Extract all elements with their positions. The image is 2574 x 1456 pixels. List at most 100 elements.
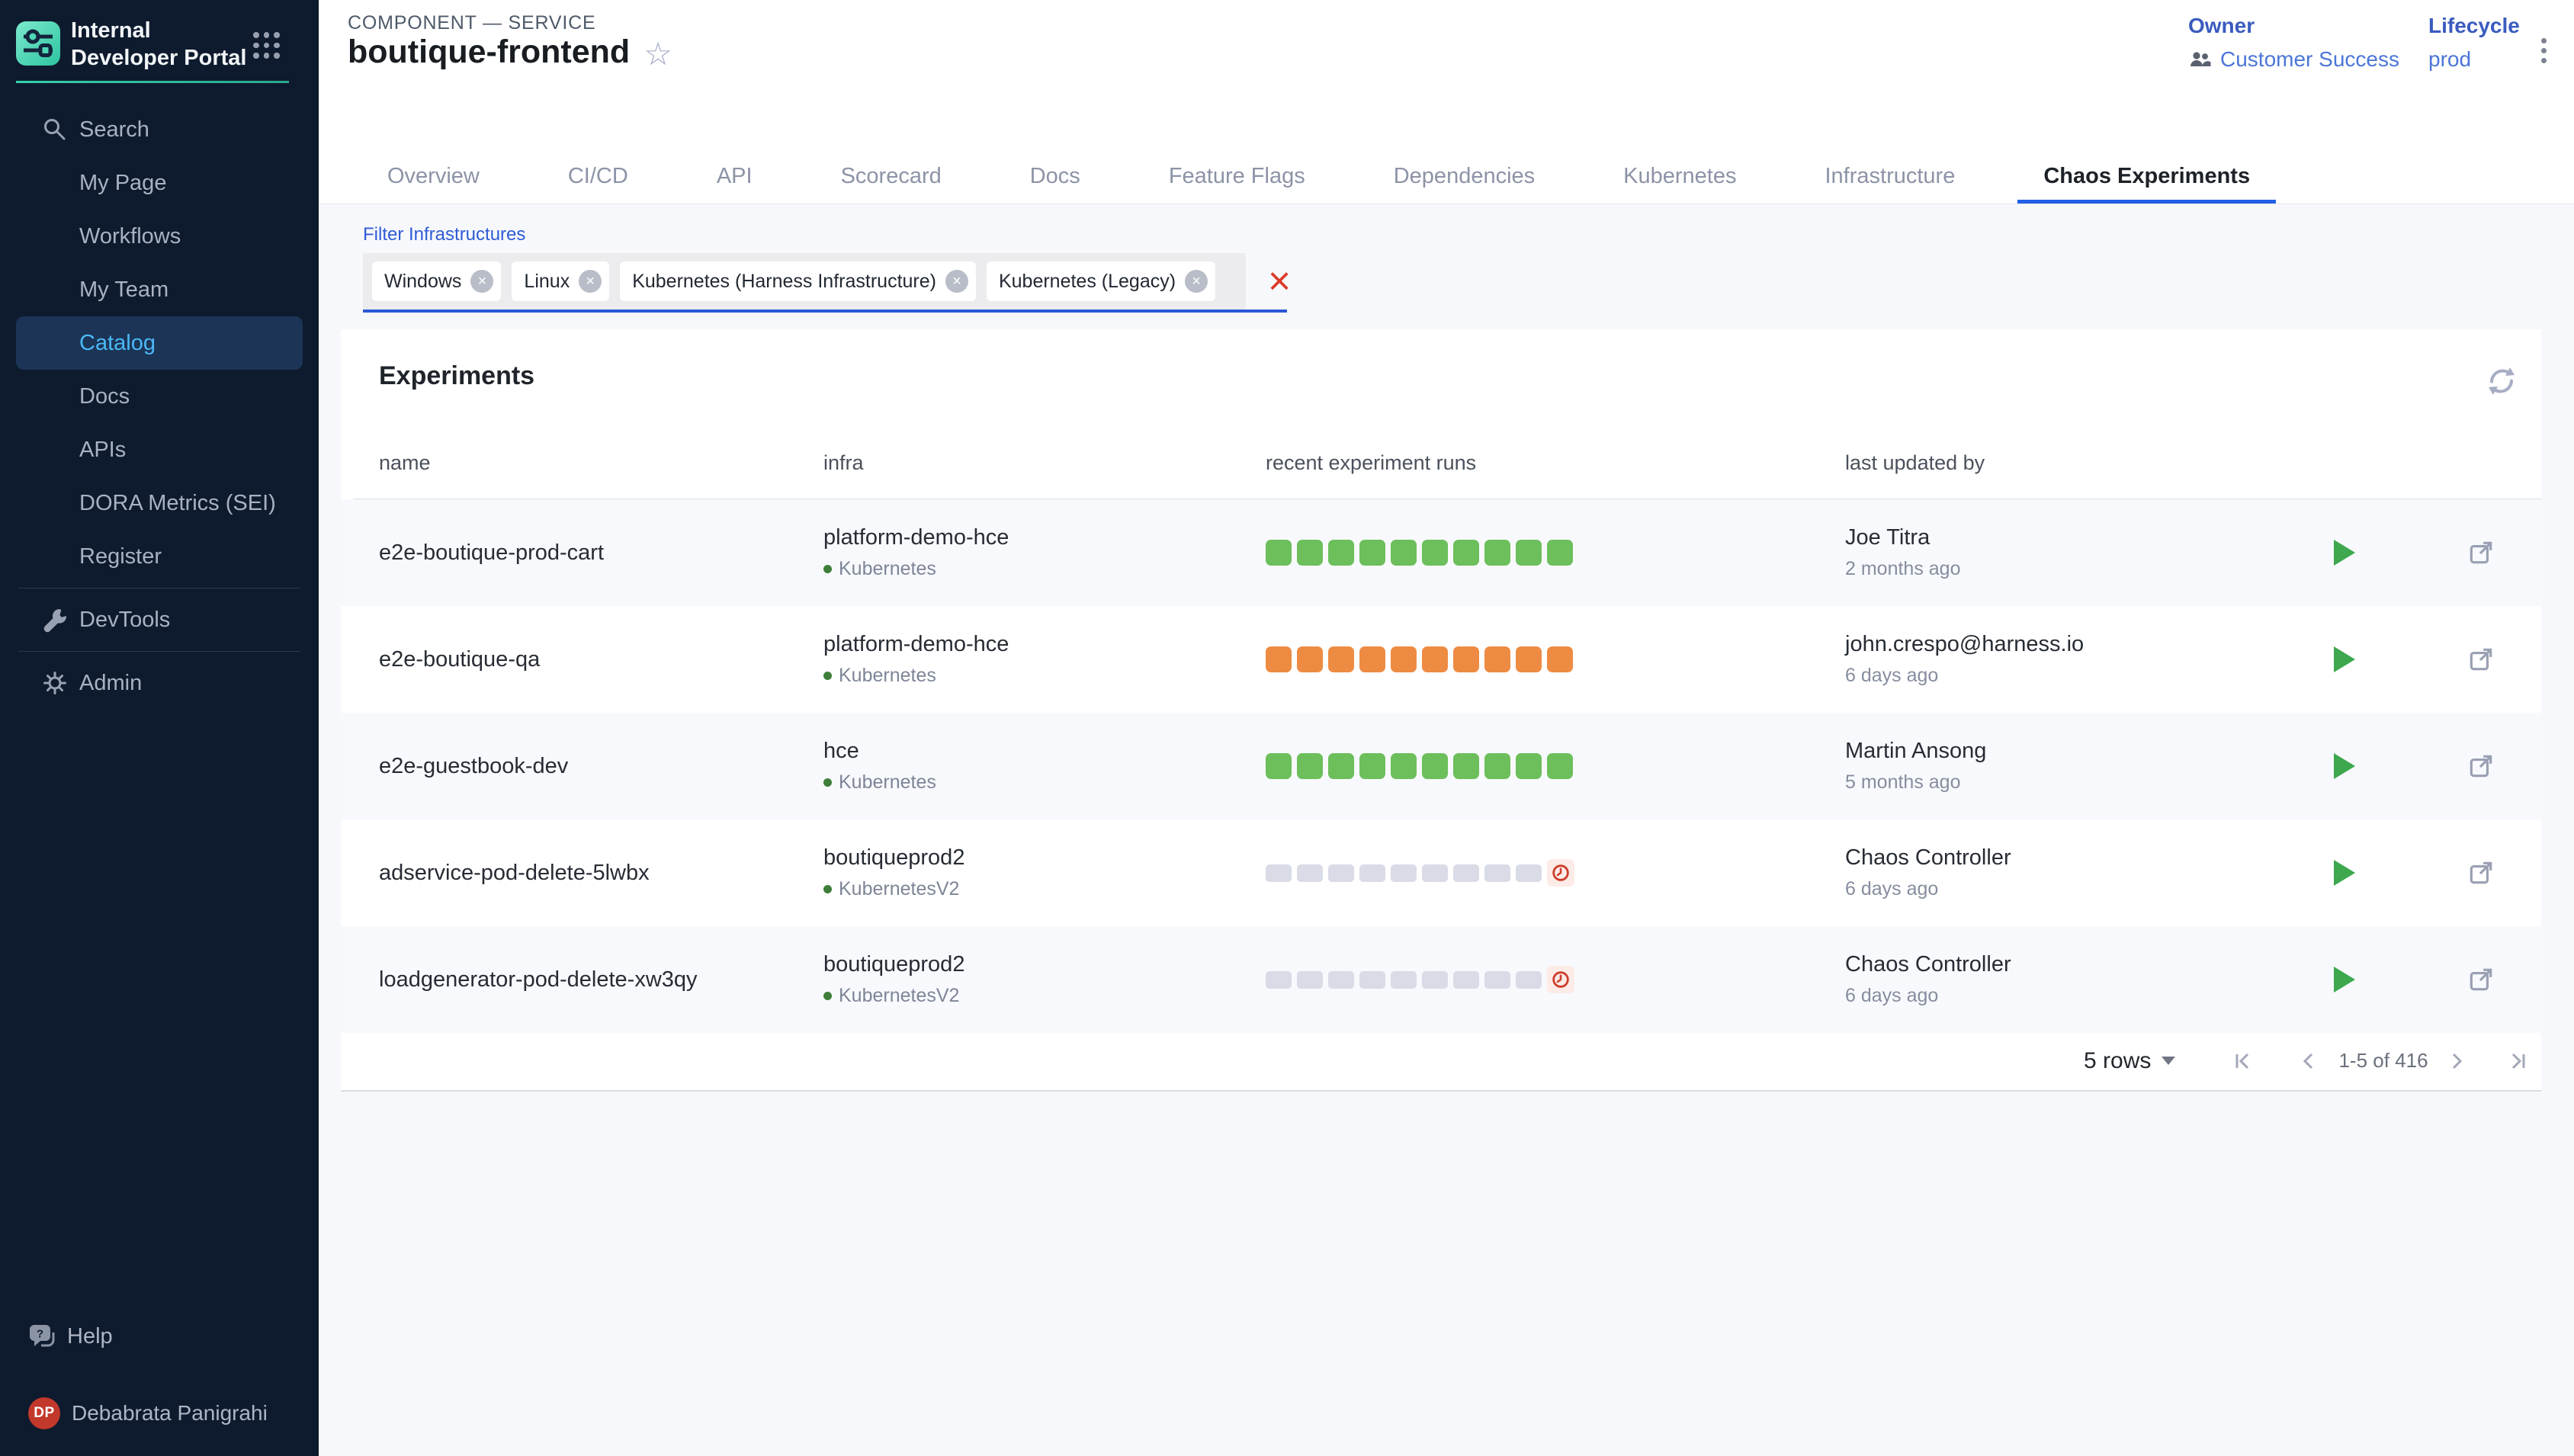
sidebar-item-admin[interactable]: Admin — [0, 656, 319, 710]
sidebar-item-workflows[interactable]: Workflows — [0, 210, 319, 263]
infra-cell: boutiqueprod2KubernetesV2 — [823, 845, 964, 900]
next-page-button[interactable] — [2439, 1031, 2474, 1090]
sidebar-item-my-page[interactable]: My Page — [0, 156, 319, 210]
rows-per-page-select[interactable]: 5 rows — [2084, 1031, 2175, 1090]
tab-chaos-experiments[interactable]: Chaos Experiments — [2017, 149, 2276, 204]
run-failed-square[interactable] — [1328, 646, 1354, 672]
run-experiment-play-button[interactable] — [2334, 860, 2355, 886]
open-in-new-icon[interactable] — [2466, 645, 2495, 674]
run-passed-square[interactable] — [1328, 753, 1354, 779]
run-failed-square[interactable] — [1422, 646, 1448, 672]
tab-dependencies[interactable]: Dependencies — [1368, 149, 1561, 204]
filter-chip: Kubernetes (Legacy)× — [987, 261, 1215, 301]
sidebar-item-help[interactable]: ? Help — [0, 1313, 319, 1360]
sidebar-item-label: My Page — [79, 171, 166, 195]
chip-remove-icon[interactable]: × — [1185, 270, 1208, 293]
refresh-icon[interactable] — [2483, 363, 2520, 399]
chip-remove-icon[interactable]: × — [470, 270, 493, 293]
tab-api[interactable]: API — [691, 149, 778, 204]
last-page-button[interactable] — [2500, 1031, 2535, 1090]
sidebar-item-catalog[interactable]: Catalog — [16, 316, 303, 370]
chip-remove-icon[interactable]: × — [579, 270, 602, 293]
sidebar-item-label: DORA Metrics (SEI) — [79, 491, 276, 515]
run-passed-square[interactable] — [1453, 540, 1479, 566]
run-passed-square[interactable] — [1266, 753, 1292, 779]
open-in-new-icon[interactable] — [2466, 752, 2495, 781]
open-in-new-icon[interactable] — [2466, 858, 2495, 887]
sidebar-item-register[interactable]: Register — [0, 530, 319, 583]
run-failed-square[interactable] — [1391, 646, 1417, 672]
tab-feature-flags[interactable]: Feature Flags — [1143, 149, 1331, 204]
run-passed-square[interactable] — [1297, 753, 1323, 779]
tab-docs[interactable]: Docs — [1004, 149, 1106, 204]
filter-input-underline — [363, 309, 1287, 313]
run-passed-square[interactable] — [1516, 540, 1542, 566]
run-passed-square[interactable] — [1422, 753, 1448, 779]
tab-infrastructure[interactable]: Infrastructure — [1799, 149, 1981, 204]
run-empty-bar — [1516, 864, 1542, 882]
first-page-icon — [2232, 1050, 2255, 1073]
sidebar-item-dora-metrics-sei-[interactable]: DORA Metrics (SEI) — [0, 476, 319, 530]
sidebar-item-search[interactable]: Search — [0, 103, 319, 156]
wrench-icon — [42, 607, 68, 633]
avatar: DP — [28, 1397, 60, 1429]
table-row: loadgenerator-pod-delete-xw3qyboutiquepr… — [341, 926, 2541, 1033]
run-passed-square[interactable] — [1297, 540, 1323, 566]
owner-link[interactable]: Customer Success — [2188, 47, 2399, 72]
run-failed-square[interactable] — [1453, 646, 1479, 672]
run-failed-square[interactable] — [1297, 646, 1323, 672]
tab-kubernetes[interactable]: Kubernetes — [1597, 149, 1762, 204]
run-passed-square[interactable] — [1453, 753, 1479, 779]
run-experiment-play-button[interactable] — [2334, 540, 2355, 566]
open-in-new-icon[interactable] — [2466, 965, 2495, 994]
column-header-infra: infra — [823, 451, 864, 475]
run-passed-square[interactable] — [1422, 540, 1448, 566]
tab-overview[interactable]: Overview — [361, 149, 505, 204]
filter-chip-label: Linux — [524, 271, 570, 293]
previous-page-button[interactable] — [2291, 1031, 2326, 1090]
clear-filters-icon[interactable]: × — [1257, 255, 1302, 308]
run-passed-square[interactable] — [1391, 753, 1417, 779]
infrastructure-filter-input[interactable]: Windows×Linux×Kubernetes (Harness Infras… — [363, 253, 1246, 309]
apps-grid-icon[interactable] — [253, 32, 279, 58]
run-failed-square[interactable] — [1547, 646, 1573, 672]
run-passed-square[interactable] — [1547, 540, 1573, 566]
run-passed-square[interactable] — [1359, 540, 1385, 566]
run-passed-square[interactable] — [1547, 753, 1573, 779]
open-in-new-icon[interactable] — [2466, 538, 2495, 567]
run-experiment-play-button[interactable] — [2334, 646, 2355, 672]
updated-time: 2 months ago — [1845, 558, 1961, 580]
run-passed-square[interactable] — [1328, 540, 1354, 566]
favorite-star-icon[interactable]: ☆ — [644, 38, 672, 70]
run-passed-square[interactable] — [1266, 540, 1292, 566]
first-page-button[interactable] — [2226, 1031, 2261, 1090]
run-failed-square[interactable] — [1484, 646, 1510, 672]
chevron-right-icon — [2445, 1050, 2468, 1073]
sidebar-item-my-team[interactable]: My Team — [0, 263, 319, 316]
sidebar-item-label: Help — [67, 1324, 113, 1349]
run-passed-square[interactable] — [1516, 753, 1542, 779]
tab-scorecard[interactable]: Scorecard — [815, 149, 968, 204]
run-failed-square[interactable] — [1359, 646, 1385, 672]
sidebar-item-apis[interactable]: APIs — [0, 423, 319, 476]
tab-ci-cd[interactable]: CI/CD — [542, 149, 654, 204]
more-options-kebab-icon[interactable] — [2528, 27, 2559, 73]
run-passed-square[interactable] — [1359, 753, 1385, 779]
status-dot-icon — [823, 778, 832, 787]
run-failed-square[interactable] — [1266, 646, 1292, 672]
run-experiment-play-button[interactable] — [2334, 967, 2355, 993]
experiment-name: e2e-guestbook-dev — [379, 713, 568, 819]
sidebar-item-devtools[interactable]: DevTools — [0, 593, 319, 646]
run-passed-square[interactable] — [1484, 540, 1510, 566]
user-menu[interactable]: DP Debabrata Panigrahi — [0, 1390, 319, 1436]
run-passed-square[interactable] — [1484, 753, 1510, 779]
brand-divider — [16, 81, 289, 83]
last-updated-cell: Chaos Controller6 days ago — [1845, 952, 2011, 1007]
run-failed-square[interactable] — [1516, 646, 1542, 672]
infra-name: boutiqueprod2 — [823, 952, 964, 977]
run-experiment-play-button[interactable] — [2334, 753, 2355, 779]
run-passed-square[interactable] — [1391, 540, 1417, 566]
sidebar-item-docs[interactable]: Docs — [0, 370, 319, 423]
chip-remove-icon[interactable]: × — [945, 270, 968, 293]
column-header-updated: last updated by — [1845, 451, 1985, 475]
